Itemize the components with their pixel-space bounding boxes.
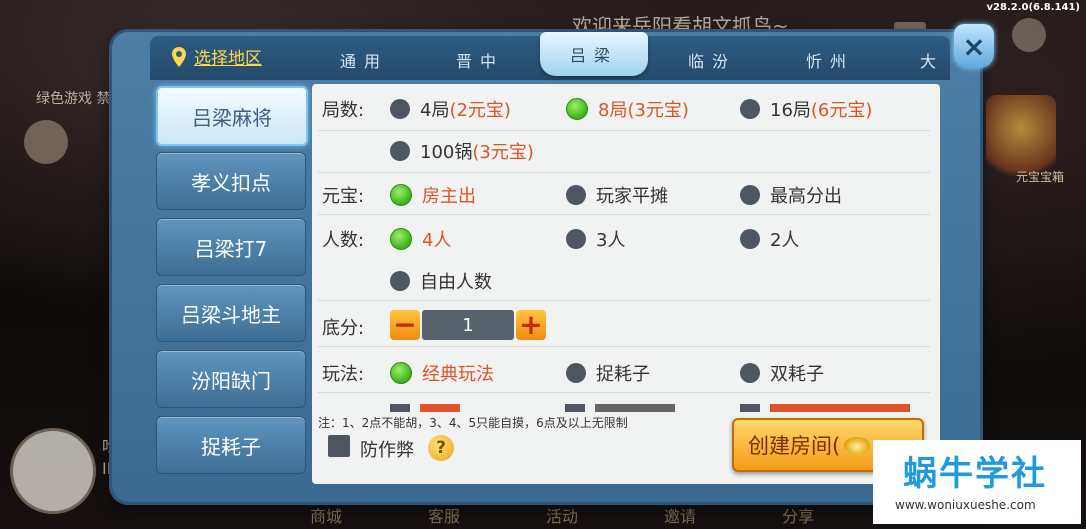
option-label: 房主出	[422, 186, 476, 207]
game-item-lvliang-mahjong[interactable]: 吕梁麻将	[156, 86, 308, 146]
option-label: 16局	[770, 100, 811, 121]
radio-selected-icon	[390, 228, 412, 250]
game-item-zhuohaozi[interactable]: 捉耗子	[156, 416, 306, 474]
play-mode-option-classic[interactable]: 经典玩法	[390, 360, 494, 386]
nav-shop[interactable]: 商城	[310, 503, 342, 529]
play-mode-option-zhuohaozi[interactable]: 捉耗子	[566, 360, 650, 386]
help-icon[interactable]: ?	[428, 435, 454, 461]
payment-option-highest[interactable]: 最高分出	[740, 182, 842, 208]
avatar[interactable]	[10, 428, 96, 514]
tab-linfen[interactable]: 临汾	[688, 48, 736, 72]
payment-option-split[interactable]: 玩家平摊	[566, 182, 668, 208]
ingot-icon	[844, 437, 871, 453]
base-score-value: 1	[422, 310, 514, 340]
radio-icon	[566, 185, 586, 205]
option-label: 4人	[422, 230, 452, 251]
create-room-label: 创建房间(	[748, 434, 841, 458]
anti-cheat-checkbox[interactable]	[328, 435, 350, 457]
players-option-3[interactable]: 3人	[566, 226, 625, 252]
radio-icon	[566, 229, 586, 249]
game-item-lvliang-doudizhu[interactable]: 吕梁斗地主	[156, 284, 306, 342]
tab-jinzhong[interactable]: 晋中	[456, 48, 504, 72]
payment-option-host[interactable]: 房主出	[390, 182, 476, 208]
option-label: 经典玩法	[422, 364, 494, 385]
base-score-increment-button[interactable]: +	[516, 310, 546, 340]
option-cost: (3元宝)	[627, 100, 689, 121]
nav-service[interactable]: 客服	[428, 503, 460, 529]
radio-icon	[566, 363, 586, 383]
select-region-label: 选择地区	[194, 49, 262, 69]
payment-label: 元宝:	[322, 186, 365, 207]
location-pin-icon	[170, 46, 188, 68]
option-label: 最高分出	[770, 186, 842, 207]
radio-icon	[390, 271, 410, 291]
nav-invite[interactable]: 邀请	[664, 503, 696, 529]
base-score-decrement-button[interactable]: −	[390, 310, 420, 340]
players-option-4[interactable]: 4人	[390, 226, 451, 252]
radio-icon	[740, 229, 760, 249]
tab-lvliang[interactable]: 吕梁	[540, 32, 648, 76]
base-score-label: 底分:	[322, 318, 365, 339]
radio-selected-icon	[390, 362, 412, 384]
watermark-url: www.woniuxueshe.com	[895, 498, 1036, 512]
gear-icon[interactable]	[1012, 18, 1046, 52]
radio-icon	[740, 185, 760, 205]
game-list: 吕梁麻将 孝义扣点 吕梁打7 吕梁斗地主 汾阳缺门 捉耗子	[150, 80, 310, 485]
option-label: 3人	[596, 230, 626, 251]
tab-general[interactable]: 通用	[340, 48, 388, 72]
rule-note: 注：1、2点不能胡，3、4、5只能自摸，6点及以上无限制	[318, 416, 628, 430]
rounds-option-100[interactable]: 100锅(3元宝)	[390, 138, 534, 164]
radio-icon	[740, 363, 760, 383]
play-mode-option-shuanghaozi[interactable]: 双耗子	[740, 360, 824, 386]
players-option-2[interactable]: 2人	[740, 226, 799, 252]
option-label: 2人	[770, 230, 800, 251]
version-label: v28.2.0(6.8.141)	[986, 2, 1080, 13]
radio-icon	[740, 99, 760, 119]
option-cost: (2元宝)	[449, 100, 511, 121]
option-cost: (3元宝)	[472, 142, 534, 163]
select-region-button[interactable]: 选择地区	[170, 44, 262, 69]
game-item-fenyang-quemen[interactable]: 汾阳缺门	[156, 350, 306, 408]
treasure-chest-label: 元宝宝箱	[1015, 170, 1064, 184]
nav-activity[interactable]: 活动	[546, 503, 578, 529]
radio-icon	[390, 141, 410, 161]
divider	[318, 214, 930, 215]
divider	[318, 300, 930, 301]
anti-cheat-label: 防作弊	[360, 440, 414, 461]
rounds-option-4[interactable]: 4局(2元宝)	[390, 96, 511, 122]
game-item-xiaoyi-koudian[interactable]: 孝义扣点	[156, 152, 306, 210]
nav-share[interactable]: 分享	[782, 503, 814, 529]
option-label: 双耗子	[770, 364, 824, 385]
radio-selected-icon	[390, 184, 412, 206]
radio-icon	[390, 99, 410, 119]
play-mode-label: 玩法:	[322, 364, 365, 385]
tab-da[interactable]: 大	[920, 48, 944, 72]
option-label: 4局	[420, 100, 450, 121]
divider	[318, 346, 930, 347]
divider	[318, 130, 930, 131]
watermark: 蜗牛学社 www.woniuxueshe.com	[873, 440, 1081, 524]
option-label: 8局	[598, 100, 628, 121]
divider	[318, 392, 930, 393]
option-label: 自由人数	[420, 272, 492, 293]
rounds-option-8[interactable]: 8局(3元宝)	[566, 96, 689, 122]
tab-xinzhou[interactable]: 忻州	[806, 48, 854, 72]
option-label: 捉耗子	[596, 364, 650, 385]
game-item-lvliang-da7[interactable]: 吕梁打7	[156, 218, 306, 276]
players-label: 人数:	[322, 230, 365, 251]
stamp-icon	[24, 120, 68, 164]
divider	[318, 172, 930, 173]
close-icon: ×	[962, 29, 986, 63]
scrolled-options-row	[390, 404, 930, 412]
rounds-label: 局数:	[322, 100, 365, 121]
players-option-free[interactable]: 自由人数	[390, 268, 492, 294]
option-cost: (6元宝)	[810, 100, 873, 121]
option-label: 100锅	[420, 142, 473, 163]
rounds-option-16[interactable]: 16局(6元宝)	[740, 96, 872, 122]
option-label: 玩家平摊	[596, 186, 668, 207]
radio-selected-icon	[566, 98, 588, 120]
close-button[interactable]: ×	[954, 24, 994, 68]
watermark-title: 蜗牛学社	[903, 454, 1047, 494]
